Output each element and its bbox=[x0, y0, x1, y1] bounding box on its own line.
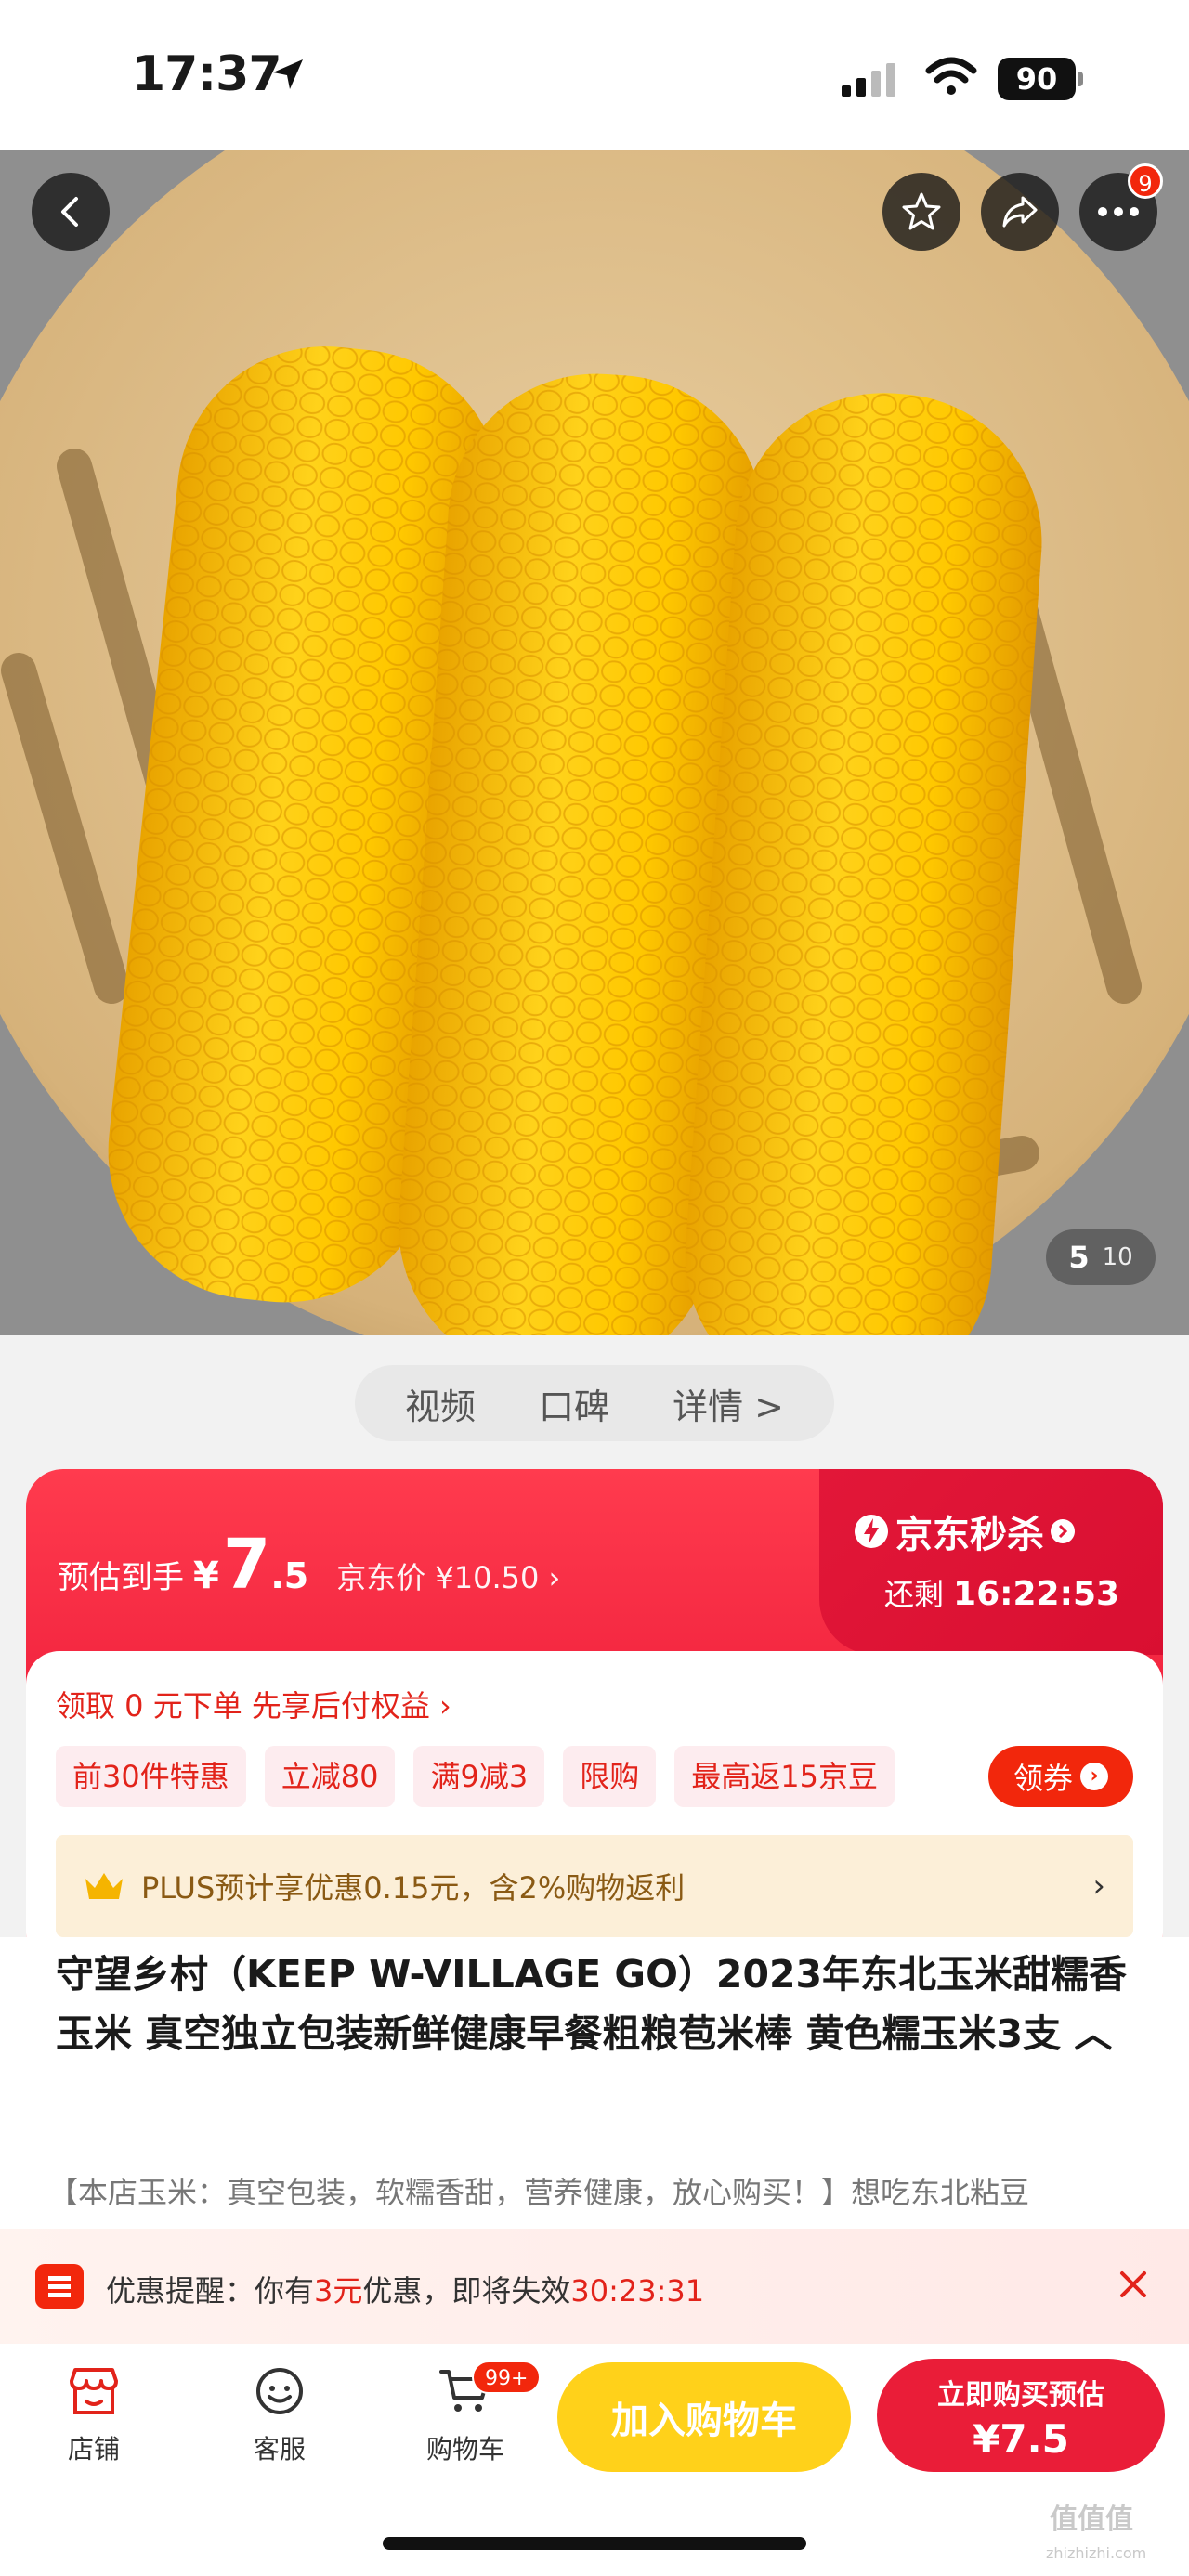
star-icon bbox=[902, 192, 941, 230]
tab-details[interactable]: 详情 > bbox=[673, 1378, 784, 1429]
coupon-label: 领券 bbox=[1013, 1761, 1073, 1796]
corn-product-photo bbox=[0, 150, 1189, 1335]
discount-reminder-bar: 优惠提醒：你有3元优惠，即将失效30:23:31 bbox=[0, 2229, 1189, 2344]
plus-benefit-text: PLUS预计享优惠0.15元，含2%购物返利 bbox=[141, 1870, 686, 1906]
share-button[interactable] bbox=[981, 173, 1059, 251]
reminder-prefix: 优惠提醒：你有 bbox=[106, 2273, 315, 2309]
pager-current: 5 bbox=[1068, 1240, 1090, 1275]
more-menu-button[interactable]: 9 bbox=[1079, 163, 1163, 251]
reminder-text: 优惠提醒：你有3元优惠，即将失效30:23:31 bbox=[106, 2268, 704, 2310]
price-integer: 7 bbox=[222, 1525, 271, 1605]
battery-level: 90 bbox=[998, 58, 1076, 100]
favorite-button[interactable] bbox=[882, 173, 960, 251]
nav-customer-service[interactable]: 客服 bbox=[229, 2366, 331, 2466]
promo-tag[interactable]: 立减80 bbox=[264, 1746, 396, 1807]
product-title[interactable]: 守望乡村（KEEP W-VILLAGE GO）2023年东北玉米甜糯香玉米 真空… bbox=[56, 1945, 1143, 2063]
promo-tag[interactable]: 限购 bbox=[563, 1746, 657, 1807]
coupon-icon bbox=[35, 2264, 84, 2309]
chevron-right-circle-icon bbox=[1051, 1519, 1075, 1543]
plus-arrow: › bbox=[1092, 1867, 1105, 1905]
watermark-logo: 值值值 bbox=[1050, 2504, 1133, 2536]
more-dots-icon bbox=[1098, 207, 1139, 216]
promo-tag[interactable]: 最高返15京豆 bbox=[674, 1746, 895, 1807]
seckill-panel[interactable]: 京东秒杀 还剩 16:22:53 bbox=[819, 1469, 1163, 1655]
reminder-mid: 优惠，即将失效 bbox=[362, 2273, 571, 2309]
get-coupon-button[interactable]: 领券 › bbox=[988, 1746, 1133, 1807]
buy-now-price: ¥7.5 bbox=[973, 2416, 1069, 2462]
tab-video[interactable]: 视频 bbox=[405, 1378, 476, 1429]
estimated-price: 预估到手 ¥ 7 .5 京东价 ¥10.50 › bbox=[58, 1525, 560, 1605]
seckill-title: 京东秒杀 bbox=[895, 1514, 1044, 1556]
chevron-right-icon: › bbox=[1080, 1763, 1108, 1790]
cart-count-badge: 99+ bbox=[472, 2361, 542, 2394]
message-count-badge: 9 bbox=[1128, 163, 1163, 199]
nav-service-label: 客服 bbox=[253, 2434, 306, 2465]
store-icon bbox=[70, 2368, 118, 2414]
content-tabs: 视频 口碑 详情 > bbox=[355, 1365, 834, 1441]
product-image-gallery[interactable]: 9 5 10 bbox=[0, 150, 1189, 1335]
buy-now-label: 立即购买预估 bbox=[937, 2379, 1104, 2412]
tab-reviews[interactable]: 口碑 bbox=[539, 1378, 609, 1429]
seckill-logo: 京东秒杀 bbox=[853, 1504, 1076, 1558]
nav-cart-label: 购物车 bbox=[425, 2434, 504, 2465]
countdown-value: 16:22:53 bbox=[953, 1575, 1120, 1613]
plus-member-bar[interactable]: PLUS预计享优惠0.15元，含2%购物返利 › bbox=[56, 1835, 1133, 1937]
close-icon[interactable] bbox=[1115, 2266, 1152, 2303]
promo-tags: 前30件特惠 立减80 满9减3 限购 最高返15京豆 bbox=[56, 1746, 895, 1807]
countdown-label: 还剩 bbox=[884, 1577, 945, 1612]
nav-store[interactable]: 店铺 bbox=[43, 2366, 145, 2466]
lightning-icon bbox=[855, 1515, 888, 1548]
status-time: 17:37 bbox=[132, 46, 282, 102]
price-decimal: .5 bbox=[270, 1555, 309, 1596]
image-pager: 5 10 bbox=[1046, 1229, 1156, 1285]
currency-symbol: ¥ bbox=[193, 1555, 219, 1597]
status-bar: 17:37 90 bbox=[0, 0, 1189, 150]
seckill-countdown: 还剩 16:22:53 bbox=[884, 1571, 1119, 1614]
estimated-price-label: 预估到手 bbox=[58, 1559, 184, 1596]
location-arrow-icon bbox=[273, 59, 303, 89]
cellular-signal-icon bbox=[842, 63, 895, 97]
share-arrow-icon bbox=[1002, 196, 1038, 228]
nav-cart[interactable]: 99+ 购物车 bbox=[414, 2361, 542, 2466]
watermark-url: zhizhizhi.com bbox=[1046, 2544, 1147, 2562]
promo-tag[interactable]: 前30件特惠 bbox=[56, 1746, 246, 1807]
reminder-amount: 3元 bbox=[314, 2273, 363, 2309]
pay-later-link[interactable]: 领取 0 元下单 先享后付权益 › bbox=[56, 1683, 451, 1725]
reminder-countdown: 30:23:31 bbox=[570, 2273, 705, 2309]
nav-store-label: 店铺 bbox=[67, 2434, 120, 2465]
chevron-left-icon bbox=[61, 197, 78, 227]
crown-icon bbox=[85, 1873, 123, 1899]
wifi-icon bbox=[925, 57, 977, 95]
battery-indicator: 90 bbox=[998, 58, 1083, 100]
pager-total: 10 bbox=[1102, 1243, 1133, 1271]
smiley-chat-icon bbox=[256, 2368, 303, 2414]
promo-tag[interactable]: 满9减3 bbox=[413, 1746, 545, 1807]
product-description: 【本店玉米：真空包装，软糯香甜，营养健康，放心购买！】想吃东北粘豆 bbox=[48, 2175, 1030, 2210]
back-button[interactable] bbox=[32, 173, 110, 251]
jd-original-price[interactable]: 京东价 ¥10.50 › bbox=[336, 1555, 560, 1597]
add-to-cart-button[interactable]: 加入购物车 bbox=[557, 2362, 851, 2472]
buy-now-button[interactable]: 立即购买预估 ¥7.5 bbox=[877, 2359, 1165, 2472]
home-indicator[interactable] bbox=[383, 2537, 806, 2550]
product-page: 17:37 90 9 5 10 视频 口碑 详情 > 预估到手 ¥ 7 .5 京… bbox=[0, 0, 1189, 2576]
